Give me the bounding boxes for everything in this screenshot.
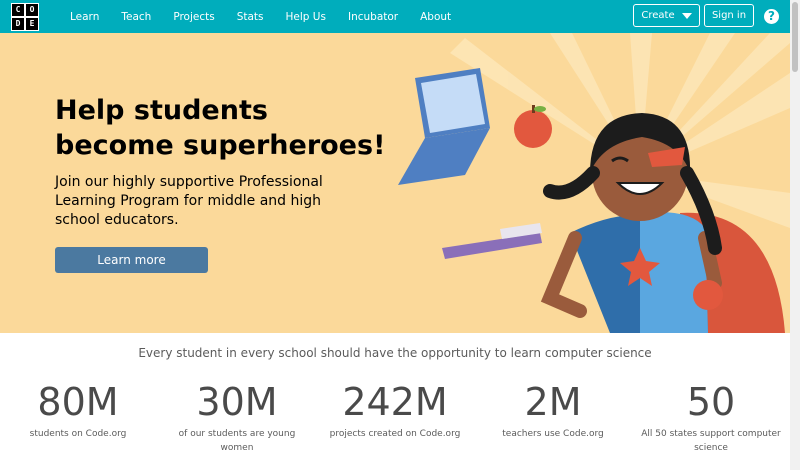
stat-value: 80M [37, 380, 119, 424]
learn-more-button[interactable]: Learn more [55, 247, 208, 273]
stat-label: projects created on Code.org [329, 429, 461, 439]
nav-incubator[interactable]: Incubator [348, 11, 398, 23]
stat-label: of our students are young women [178, 429, 296, 453]
nav-links: Learn Teach Projects Stats Help Us Incub… [59, 0, 462, 33]
laptop-icon [398, 68, 490, 185]
stat-teachers: 2M teachers use Code.org [483, 380, 623, 441]
stat-label: students on Code.org [29, 429, 127, 439]
nav-about[interactable]: About [420, 11, 451, 23]
stat-value: 242M [342, 380, 448, 424]
logo-letter: D [12, 18, 24, 30]
nav-projects[interactable]: Projects [173, 11, 214, 23]
nav-learn[interactable]: Learn [70, 11, 99, 23]
create-label: Create [641, 10, 675, 21]
nav-stats[interactable]: Stats [237, 11, 264, 23]
logo-letter: C [12, 4, 24, 16]
stat-young-women: 30M of our students are young women [167, 380, 307, 455]
create-button[interactable]: Create [633, 4, 700, 27]
top-nav: C O D E Learn Teach Projects Stats Help … [0, 0, 790, 33]
book-icon [442, 223, 542, 259]
hero-title: Help students become superheroes! [55, 95, 386, 161]
logo-letter: E [26, 18, 38, 30]
stat-projects: 242M projects created on Code.org [325, 380, 465, 441]
help-icon[interactable]: ? [764, 9, 779, 24]
caret-down-icon [681, 12, 692, 19]
superhero-student-illustration [398, 33, 790, 333]
stat-students: 80M students on Code.org [8, 380, 148, 441]
sign-in-label: Sign in [711, 10, 747, 21]
logo-letter: O [26, 4, 38, 16]
code-org-logo[interactable]: C O D E [11, 3, 39, 31]
nav-help-us[interactable]: Help Us [286, 11, 326, 23]
hero-banner: Help students become superheroes! Join o… [0, 33, 790, 333]
stat-value: 50 [686, 380, 736, 424]
stats-tagline: Every student in every school should hav… [138, 346, 652, 360]
stat-value: 30M [196, 380, 278, 424]
stat-value: 2M [524, 380, 582, 424]
hero-description: Join our highly supportive Professional … [55, 174, 323, 228]
sign-in-button[interactable]: Sign in [704, 4, 754, 27]
stat-label: teachers use Code.org [502, 429, 604, 439]
nav-teach[interactable]: Teach [121, 11, 151, 23]
stat-label: All 50 states support computer science [641, 429, 781, 453]
hero-girl [540, 113, 785, 333]
scrollbar-thumb[interactable] [792, 2, 798, 72]
stat-states: 50 All 50 states support computer scienc… [641, 380, 781, 455]
